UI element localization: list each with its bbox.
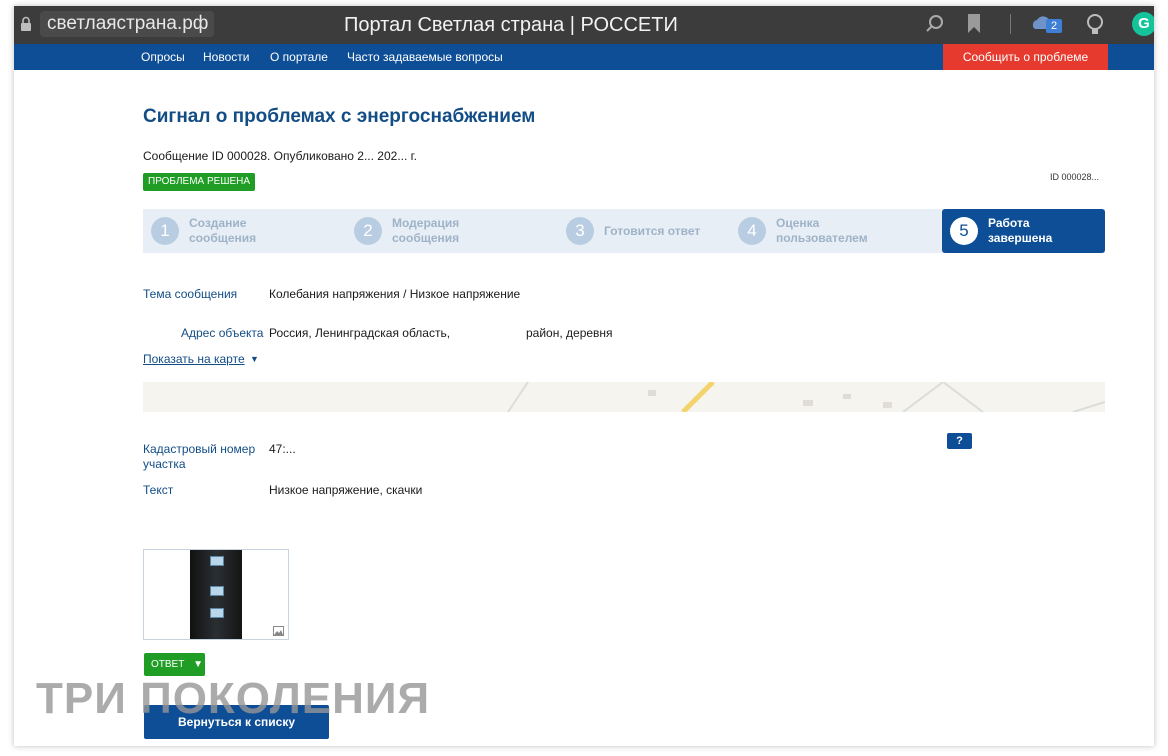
cadastral-label-line2: участка xyxy=(143,457,186,471)
step-label: Работа завершена xyxy=(988,216,1053,245)
bookmark-icon[interactable] xyxy=(966,13,982,35)
text-value: Низкое напряжение, скачки xyxy=(269,483,423,497)
step-2: 2 Модерация сообщения xyxy=(354,209,492,253)
step-number: 2 xyxy=(354,217,382,245)
text-label: Текст xyxy=(143,483,174,497)
watermark: ТРИ ПОКОЛЕНИЯ xyxy=(36,674,431,723)
status-badge: ПРОБЛЕМА РЕШЕНА xyxy=(143,173,256,191)
step-label: Создание сообщения xyxy=(189,216,257,245)
search-zoom-icon[interactable] xyxy=(924,13,946,35)
step-number: 4 xyxy=(738,217,766,245)
report-problem-button[interactable]: Сообщить о проблеме xyxy=(943,44,1108,70)
meter-display xyxy=(210,586,224,596)
chevron-down-icon: ▼ xyxy=(250,354,259,364)
nav-faq[interactable]: Часто задаваемые вопросы xyxy=(347,49,503,65)
extension-badge: 2 xyxy=(1046,19,1062,33)
step-number: 1 xyxy=(151,217,179,245)
cadastral-value: 47:... xyxy=(269,442,296,456)
cadastral-label: Кадастровый номер участка xyxy=(143,442,255,472)
toolbar-divider xyxy=(1010,14,1011,34)
meter-display xyxy=(210,556,224,566)
address-value-tail: район, деревня xyxy=(526,326,613,340)
step-4: 4 Оценка пользователем xyxy=(738,209,876,253)
message-meta: Сообщение ID 000028. Опубликовано 2... 2… xyxy=(143,149,417,163)
answer-label: ОТВЕТ xyxy=(151,659,185,670)
image-icon xyxy=(273,626,284,636)
cadastral-label-line1: Кадастровый номер xyxy=(143,442,256,456)
step-number: 5 xyxy=(950,217,978,245)
page-title: Сигнал о проблемах с энергоснабжением xyxy=(143,106,536,127)
chevron-down-icon: ▼ xyxy=(193,659,204,670)
address-bar[interactable]: светлаястрана.рф xyxy=(40,11,214,37)
attachment-photo xyxy=(190,550,242,639)
address-value: Россия, Ленинградская область, xyxy=(269,326,451,340)
step-5-active: 5 Работа завершена xyxy=(942,209,1105,253)
message-id: ID 000028... xyxy=(1050,172,1100,182)
answer-dropdown-button[interactable]: ОТВЕТ ▼ xyxy=(144,653,205,676)
page-frame: светлаястрана.рф Портал Светлая страна |… xyxy=(14,6,1154,746)
nav-about[interactable]: О портале xyxy=(270,49,328,65)
step-label: Готовится ответ xyxy=(604,223,701,238)
step-label: Оценка пользователем xyxy=(776,216,868,245)
progress-steps: 1 Создание сообщения 2 Модерация сообщен… xyxy=(143,209,1105,253)
meter-display xyxy=(210,608,224,618)
address-label: Адрес объекта xyxy=(181,326,264,340)
lightbulb-icon[interactable] xyxy=(1084,13,1106,37)
nav-news[interactable]: Новости xyxy=(203,49,249,65)
show-on-map-link[interactable]: Показать на карте xyxy=(143,352,245,366)
grammarly-icon[interactable]: G xyxy=(1132,12,1154,36)
step-3: 3 Готовится ответ xyxy=(566,209,704,253)
help-button[interactable]: ? xyxy=(947,433,972,449)
map-preview[interactable] xyxy=(143,382,1105,412)
step-number: 3 xyxy=(566,217,594,245)
step-label: Модерация сообщения xyxy=(392,216,460,245)
map-roads xyxy=(507,382,1105,412)
attachment-thumbnail[interactable] xyxy=(143,549,289,640)
topic-label: Тема сообщения xyxy=(143,287,238,301)
lock-icon xyxy=(21,16,31,31)
window-title: Портал Светлая страна | РОССЕТИ xyxy=(344,14,678,36)
browser-bar: светлаястрана.рф Портал Светлая страна |… xyxy=(14,6,1154,44)
topic-value: Колебания напряжения / Низкое напряжение xyxy=(269,287,521,301)
nav-polls[interactable]: Опросы xyxy=(141,49,185,65)
step-1: 1 Создание сообщения xyxy=(151,209,289,253)
